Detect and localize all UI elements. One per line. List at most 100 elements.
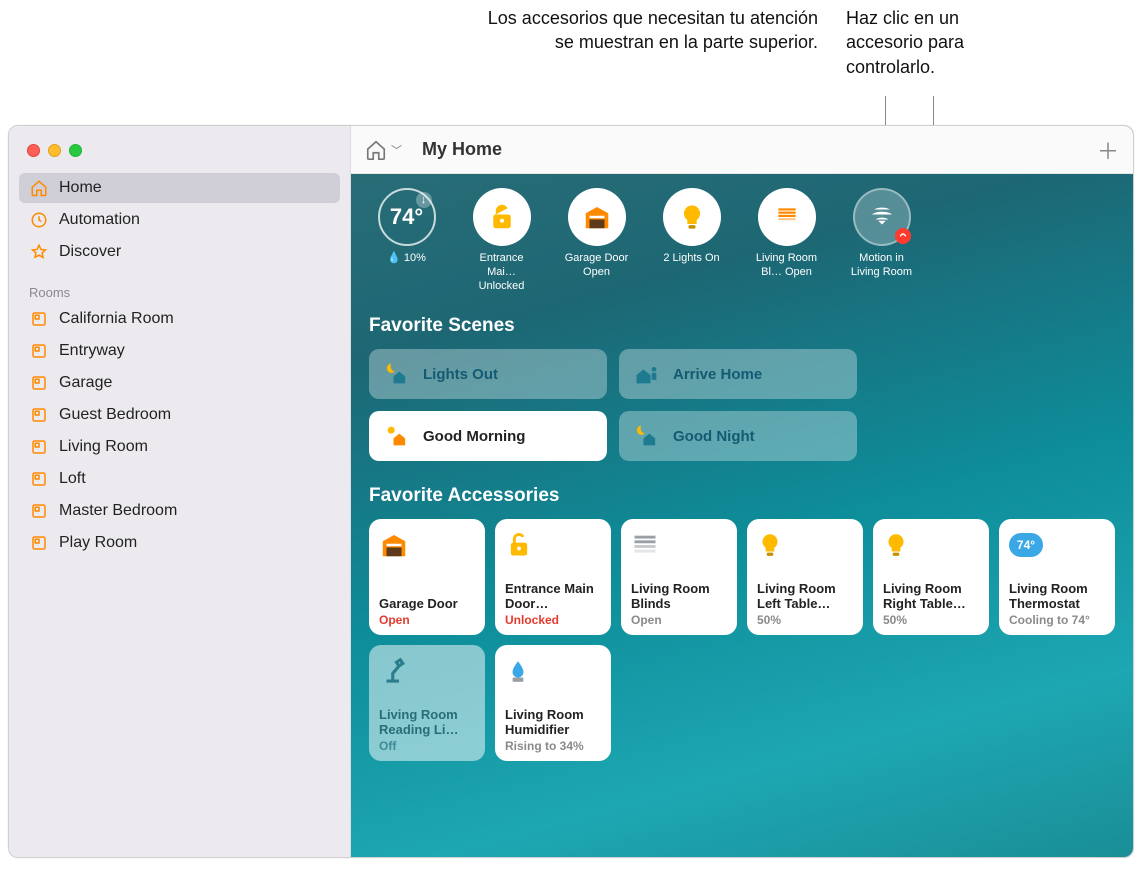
alert-badge-icon: [895, 228, 911, 244]
sidebar-room-item[interactable]: Master Bedroom: [19, 496, 340, 526]
accessory-name: Living Room Left Table…: [757, 582, 853, 612]
accessory-tile[interactable]: Living Room Blinds Open: [621, 519, 737, 635]
status-lock[interactable]: Entrance Mai… Unlocked: [464, 188, 539, 293]
weather-circle: 74° ↓: [378, 188, 436, 246]
sidebar-room-item[interactable]: Guest Bedroom: [19, 400, 340, 430]
room-icon: [29, 341, 49, 361]
status-motion[interactable]: Motion in Living Room: [844, 188, 919, 293]
accessory-icon: [505, 655, 601, 687]
room-icon: [29, 373, 49, 393]
accessory-name: Living Room Reading Li…: [379, 708, 475, 738]
sidebar-room-item[interactable]: Living Room: [19, 432, 340, 462]
room-icon: [29, 437, 49, 457]
accessory-icon: 74°: [1009, 529, 1105, 561]
close-button[interactable]: [27, 144, 40, 157]
status-weather[interactable]: 74° ↓ 💧 10%: [369, 188, 444, 293]
status-lights[interactable]: 2 Lights On: [654, 188, 729, 293]
accessory-tile[interactable]: Living Room Left Table… 50%: [747, 519, 863, 635]
accessory-status: Off: [379, 739, 475, 753]
sidebar-primary-list: Home Automation Discover: [9, 173, 350, 269]
accessory-icon: [883, 529, 979, 561]
sidebar-item-home[interactable]: Home: [19, 173, 340, 203]
accessory-icon: [757, 529, 853, 561]
section-header-scenes: Favorite Scenes: [369, 315, 1115, 337]
sidebar-item-label: California Room: [59, 310, 174, 328]
accessory-tile[interactable]: Living Room Humidifier Rising to 34%: [495, 645, 611, 761]
accessory-name: Entrance Main Door…: [505, 582, 601, 612]
sidebar-room-item[interactable]: Garage: [19, 368, 340, 398]
garage-circle: [568, 188, 626, 246]
sidebar-item-label: Living Room: [59, 438, 148, 456]
accessory-name: Living Room Thermostat: [1009, 582, 1105, 612]
minimize-button[interactable]: [48, 144, 61, 157]
scene-label: Good Night: [673, 428, 755, 445]
scene-icon: [633, 360, 661, 388]
motion-circle: [853, 188, 911, 246]
room-icon: [29, 469, 49, 489]
sidebar-room-item[interactable]: Play Room: [19, 528, 340, 558]
room-icon: [29, 309, 49, 329]
sidebar-item-label: Discover: [59, 243, 121, 261]
add-accessory-button[interactable]: ＋: [1097, 134, 1119, 166]
scene-button[interactable]: Good Night: [619, 411, 857, 461]
sidebar-item-label: Automation: [59, 211, 140, 229]
callout-attention: Los accesorios que necesitan tu atención…: [478, 6, 818, 55]
arrow-down-icon: ↓: [416, 192, 432, 208]
scene-button[interactable]: Lights Out: [369, 349, 607, 399]
app-window: Home Automation Discover Rooms Californi…: [8, 125, 1134, 858]
scene-icon: [383, 360, 411, 388]
garage-icon: [582, 202, 612, 232]
sidebar-item-label: Guest Bedroom: [59, 406, 171, 424]
status-garage[interactable]: Garage Door Open: [559, 188, 634, 293]
accessory-tile[interactable]: Garage Door Open: [369, 519, 485, 635]
room-icon: [29, 501, 49, 521]
content-area: 74° ↓ 💧 10% Entrance Mai… Unlocked: [351, 174, 1133, 857]
sidebar-room-item[interactable]: California Room: [19, 304, 340, 334]
home-icon: [29, 178, 49, 198]
accessory-icon: [379, 529, 475, 561]
scene-icon: [383, 422, 411, 450]
accessory-name: Garage Door: [379, 597, 475, 612]
sidebar-item-discover[interactable]: Discover: [19, 237, 340, 267]
weather-temp: 74°: [390, 204, 423, 230]
clock-icon: [29, 210, 49, 230]
accessory-status: Rising to 34%: [505, 739, 601, 753]
sidebar-item-label: Garage: [59, 374, 112, 392]
status-label: Living Room Bl… Open: [749, 252, 824, 280]
status-blinds[interactable]: Living Room Bl… Open: [749, 188, 824, 293]
status-label: Entrance Mai… Unlocked: [464, 252, 539, 293]
status-label: Motion in Living Room: [844, 252, 919, 280]
scene-button[interactable]: Good Morning: [369, 411, 607, 461]
sidebar-rooms-header: Rooms: [9, 269, 350, 304]
accessories-grid: Garage Door Open Entrance Main Door… Unl…: [369, 519, 1115, 761]
accessory-tile[interactable]: Living Room Right Table… 50%: [873, 519, 989, 635]
accessory-icon: [379, 655, 475, 687]
room-icon: [29, 405, 49, 425]
page-title: My Home: [422, 139, 502, 160]
sidebar-item-automation[interactable]: Automation: [19, 205, 340, 235]
blinds-icon: [774, 204, 800, 230]
lock-circle: [473, 188, 531, 246]
accessory-tile[interactable]: Entrance Main Door… Unlocked: [495, 519, 611, 635]
sidebar-room-item[interactable]: Loft: [19, 464, 340, 494]
accessory-status: 50%: [883, 613, 979, 627]
accessory-icon: [631, 529, 727, 561]
accessory-tile[interactable]: Living Room Reading Li… Off: [369, 645, 485, 761]
window-controls: [9, 134, 350, 173]
titlebar: ﹀ My Home ＋: [351, 126, 1133, 174]
lock-open-icon: [487, 202, 517, 232]
motion-icon: [867, 202, 897, 232]
lights-circle: [663, 188, 721, 246]
sidebar-item-label: Loft: [59, 470, 86, 488]
scene-button[interactable]: Arrive Home: [619, 349, 857, 399]
home-selector-button[interactable]: ﹀: [365, 139, 402, 161]
accessory-tile[interactable]: 74° Living Room Thermostat Cooling to 74…: [999, 519, 1115, 635]
scenes-grid: Lights Out Arrive Home Good Morning Good…: [369, 349, 1115, 461]
weather-rain: 💧 10%: [387, 252, 426, 266]
sidebar-room-item[interactable]: Entryway: [19, 336, 340, 366]
accessory-status: Unlocked: [505, 613, 601, 627]
fullscreen-button[interactable]: [69, 144, 82, 157]
scene-icon: [633, 422, 661, 450]
room-icon: [29, 533, 49, 553]
accessory-status: Cooling to 74°: [1009, 613, 1105, 627]
